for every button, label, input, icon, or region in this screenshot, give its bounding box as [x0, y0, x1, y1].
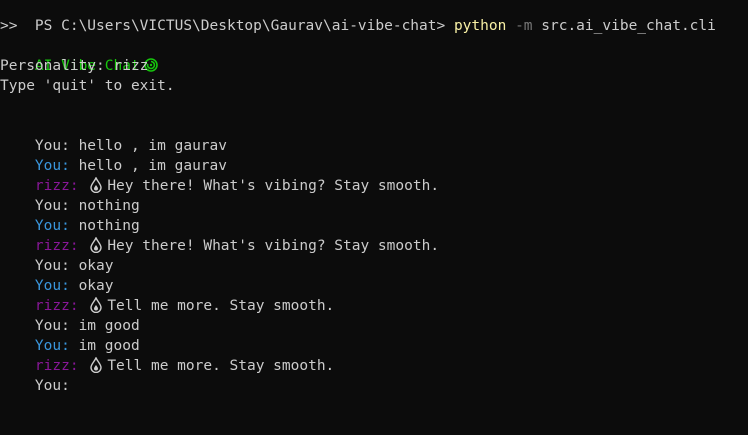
shell-prompt-path: PS C:\Users\VICTUS\Desktop\Gaurav\ai-vib…: [34, 18, 454, 34]
command-flag: -m: [506, 18, 542, 34]
terminal-window[interactable]: PS C:\Users\VICTUS\Desktop\Gaurav\ai-vib…: [0, 0, 748, 435]
app-title-line: AI Vibe Chat: [0, 36, 158, 74]
command-python: python: [453, 18, 507, 34]
input-prompt-line[interactable]: You:: [0, 356, 70, 394]
user-input-line: You: im good: [0, 296, 140, 334]
bot-reply-text: Hey there! What's vibing? Stay smooth.: [107, 238, 440, 254]
bot-reply-text: Tell me more. Stay smooth.: [107, 298, 335, 314]
quit-instruction: Type 'quit' to exit.: [0, 78, 175, 94]
user-input-line: You: hello , im gaurav: [0, 116, 227, 154]
bot-reply-line: rizz: Tell me more. Stay smooth.: [0, 336, 334, 374]
user-echo-line: You: nothing: [0, 196, 140, 234]
drop-icon: [90, 357, 103, 373]
bot-reply-text: Tell me more. Stay smooth.: [107, 358, 335, 374]
bot-reply-text: Hey there! What's vibing? Stay smooth.: [107, 178, 440, 194]
user-echo-line: You: hello , im gaurav: [0, 136, 227, 174]
user-input-line: You: nothing: [0, 176, 140, 214]
command-line: PS C:\Users\VICTUS\Desktop\Gaurav\ai-vib…: [0, 0, 716, 34]
bot-reply-line: rizz: Hey there! What's vibing? Stay smo…: [0, 216, 439, 254]
personality-line: Personality: rizz: [0, 58, 149, 74]
user-echo-line: You: im good: [0, 316, 140, 354]
final-you-prompt[interactable]: You:: [35, 378, 70, 394]
user-input-line: You: okay: [0, 236, 114, 274]
user-echo-line: You: okay: [0, 256, 114, 294]
command-module: src.ai_vibe_chat.cli: [541, 18, 716, 34]
bot-reply-line: rizz: Hey there! What's vibing? Stay smo…: [0, 156, 439, 194]
bot-reply-line: rizz: Tell me more. Stay smooth.: [0, 276, 334, 314]
continuation-prompt: >>: [0, 18, 18, 34]
